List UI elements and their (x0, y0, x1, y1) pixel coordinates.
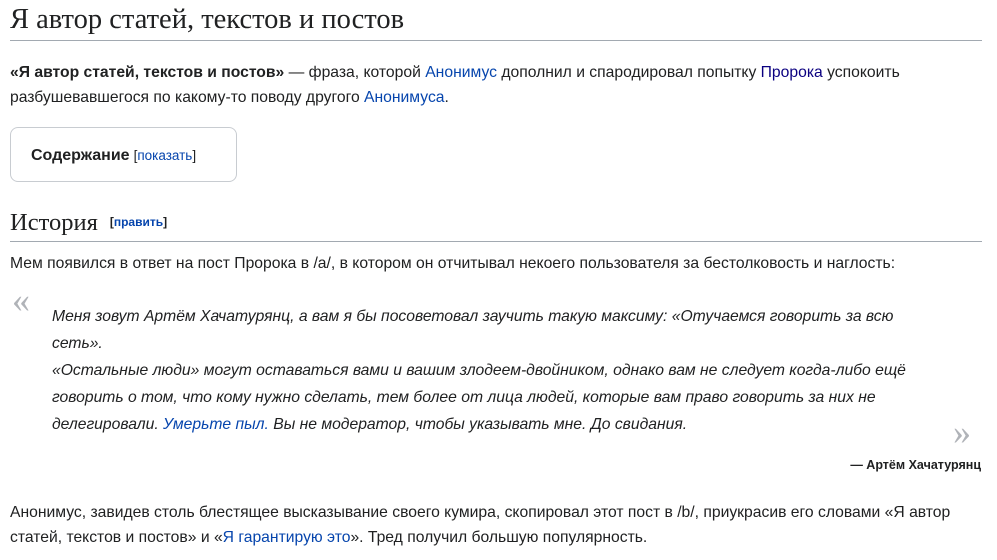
intro-bold-phrase: «Я автор статей, текстов и постов» (10, 64, 285, 81)
after-text-2: ». Тред получил большую популярность. (350, 529, 648, 546)
quote-close-mark-icon: » (953, 412, 971, 452)
quote-paragraph-1: Меня зовут Артём Хачатурянц, а вам я бы … (52, 308, 894, 352)
toc-toggle-wrapper: [показать] (134, 148, 197, 163)
section-heading: История [править] (10, 208, 982, 242)
quote-attribution: — Артём Хачатурянц (850, 458, 981, 472)
section-edit-wrapper: [править] (110, 215, 167, 229)
intro-text-4: . (444, 89, 449, 106)
table-of-contents: Содержание [показать] (10, 127, 237, 182)
intro-text-1: — фраза, которой (284, 64, 426, 81)
link-umerte-pyl[interactable]: Умерьте пыл. (163, 416, 269, 433)
intro-paragraph: «Я автор статей, текстов и постов» — фра… (10, 60, 985, 110)
intro-text-2: дополнил и спародировал попытку (496, 64, 761, 81)
quote-paragraph-2: «Остальные люди» могут оставаться вами и… (52, 357, 932, 438)
toc-title-text: Содержание (31, 147, 130, 164)
link-anonymus[interactable]: Анонимус (425, 64, 497, 81)
after-paragraph: Анонимус, завидев столь блестящее высказ… (10, 500, 985, 550)
page-title: Я автор статей, текстов и постов (10, 2, 982, 41)
link-ya-garantiruyu[interactable]: Я гарантирую это (223, 529, 351, 546)
toc-show-link[interactable]: показать (137, 148, 192, 163)
toc-bracket-close: ] (192, 148, 197, 163)
quote-text-2: Вы не модератор, чтобы указывать мне. До… (268, 416, 688, 433)
blockquote: Меня зовут Артём Хачатурянц, а вам я бы … (52, 303, 932, 438)
link-prorok[interactable]: Пророка (761, 64, 823, 81)
link-anonymusa[interactable]: Анонимуса (364, 89, 444, 106)
section-heading-text: История (10, 209, 98, 236)
section-edit-link[interactable]: править (114, 215, 163, 229)
toc-heading: Содержание [показать] (31, 146, 196, 166)
history-paragraph: Мем появился в ответ на пост Пророка в /… (10, 255, 896, 272)
quote-open-mark-icon: « (12, 280, 30, 320)
edit-bracket-close: ] (163, 215, 168, 229)
